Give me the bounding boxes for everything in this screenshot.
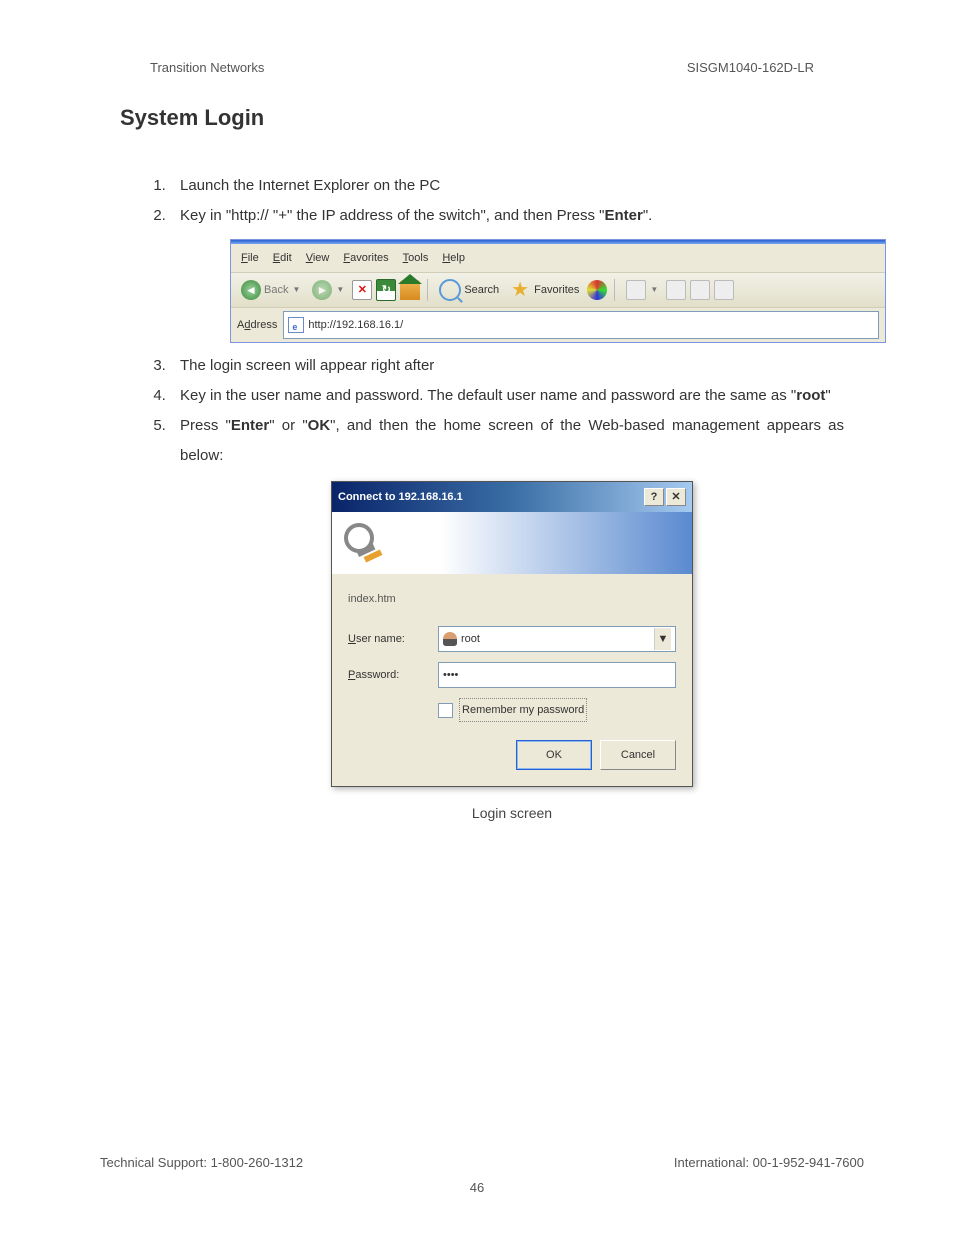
username-row: User name: root ▼ <box>348 626 676 652</box>
menu-edit[interactable]: Edit <box>273 247 292 269</box>
document-page: Transition Networks SISGM1040-162D-LR Sy… <box>0 0 954 1235</box>
dialog-buttons: OK Cancel <box>348 740 676 770</box>
menu-favorites[interactable]: Favorites <box>343 247 388 269</box>
remember-row: Remember my password <box>438 698 676 722</box>
menu-view[interactable]: View <box>306 247 330 269</box>
username-dropdown[interactable]: ▼ <box>654 628 671 650</box>
close-button[interactable]: ✕ <box>666 488 686 506</box>
username-label: User name: <box>348 628 438 650</box>
mail-button[interactable]: ▼ <box>622 278 662 302</box>
address-url: http://192.168.16.1/ <box>308 314 403 336</box>
password-input[interactable]: •••• <box>438 662 676 688</box>
star-icon: ★ <box>511 280 531 300</box>
step-3: The login screen will appear right after <box>170 351 844 381</box>
remember-checkbox[interactable] <box>438 703 453 718</box>
back-button[interactable]: ◄ Back ▼ <box>237 277 304 303</box>
page-footer: Technical Support: 1-800-260-1312 Intern… <box>0 1155 954 1170</box>
search-icon <box>439 279 461 301</box>
home-button[interactable] <box>400 280 420 300</box>
dialog-banner <box>332 512 692 574</box>
keys-icon <box>344 523 384 563</box>
step-4: Key in the user name and password. The d… <box>170 381 844 411</box>
mail-icon <box>626 280 646 300</box>
header-right: SISGM1040-162D-LR <box>687 60 814 75</box>
password-row: Password: •••• <box>348 662 676 688</box>
dialog-title: Connect to 192.168.16.1 <box>338 486 463 508</box>
page-header: Transition Networks SISGM1040-162D-LR <box>120 60 844 75</box>
address-label: Address <box>237 314 277 336</box>
password-value: •••• <box>443 664 458 686</box>
refresh-button[interactable]: ↻ <box>376 279 396 301</box>
footer-right: International: 00-1-952-941-7600 <box>674 1155 864 1170</box>
ie-browser-screenshot: File Edit View Favorites Tools Help ◄ Ba… <box>230 239 886 343</box>
header-left: Transition Networks <box>150 60 264 75</box>
page-number: 46 <box>0 1180 954 1195</box>
back-arrow-icon: ◄ <box>241 280 261 300</box>
step-5: Press "Enter" or "OK", and then the home… <box>170 411 844 827</box>
dialog-titlebar: Connect to 192.168.16.1 ? ✕ <box>332 482 692 512</box>
address-field[interactable]: http://192.168.16.1/ <box>283 311 879 339</box>
section-title: System Login <box>120 105 844 131</box>
edit-button[interactable] <box>690 280 710 300</box>
media-button[interactable] <box>587 280 607 300</box>
footer-left: Technical Support: 1-800-260-1312 <box>100 1155 303 1170</box>
username-input[interactable]: root ▼ <box>438 626 676 652</box>
remember-label: Remember my password <box>459 698 587 722</box>
username-value: root <box>461 628 480 650</box>
login-dialog-screenshot: Connect to 192.168.16.1 ? ✕ index.htm Us… <box>331 481 693 787</box>
ie-menubar: File Edit View Favorites Tools Help <box>231 244 885 273</box>
dialog-realm: index.htm <box>348 588 676 610</box>
print-button[interactable] <box>666 280 686 300</box>
menu-help[interactable]: Help <box>442 247 465 269</box>
step-2: Key in "http:// "+" the IP address of th… <box>170 201 844 343</box>
cancel-button[interactable]: Cancel <box>600 740 676 770</box>
favorites-button[interactable]: ★ Favorites <box>507 277 583 303</box>
menu-file[interactable]: File <box>241 247 259 269</box>
figure-caption: Login screen <box>180 799 844 827</box>
step-1: Launch the Internet Explorer on the PC <box>170 171 844 201</box>
dialog-body: index.htm User name: root ▼ Password: ••… <box>332 574 692 786</box>
user-icon <box>443 632 457 646</box>
ie-address-bar: Address http://192.168.16.1/ <box>231 308 885 342</box>
search-button[interactable]: Search <box>435 277 503 303</box>
ok-button[interactable]: OK <box>516 740 592 770</box>
forward-button[interactable]: ► ▼ <box>308 278 348 302</box>
help-button[interactable]: ? <box>644 488 664 506</box>
menu-tools[interactable]: Tools <box>403 247 429 269</box>
ie-toolbar: ◄ Back ▼ ► ▼ ✕ ↻ Search <box>231 273 885 308</box>
forward-arrow-icon: ► <box>312 280 332 300</box>
password-label: Password: <box>348 664 438 686</box>
instruction-list: Launch the Internet Explorer on the PC K… <box>150 171 844 827</box>
stop-button[interactable]: ✕ <box>352 280 372 300</box>
messenger-button[interactable] <box>714 280 734 300</box>
page-icon <box>288 317 304 333</box>
